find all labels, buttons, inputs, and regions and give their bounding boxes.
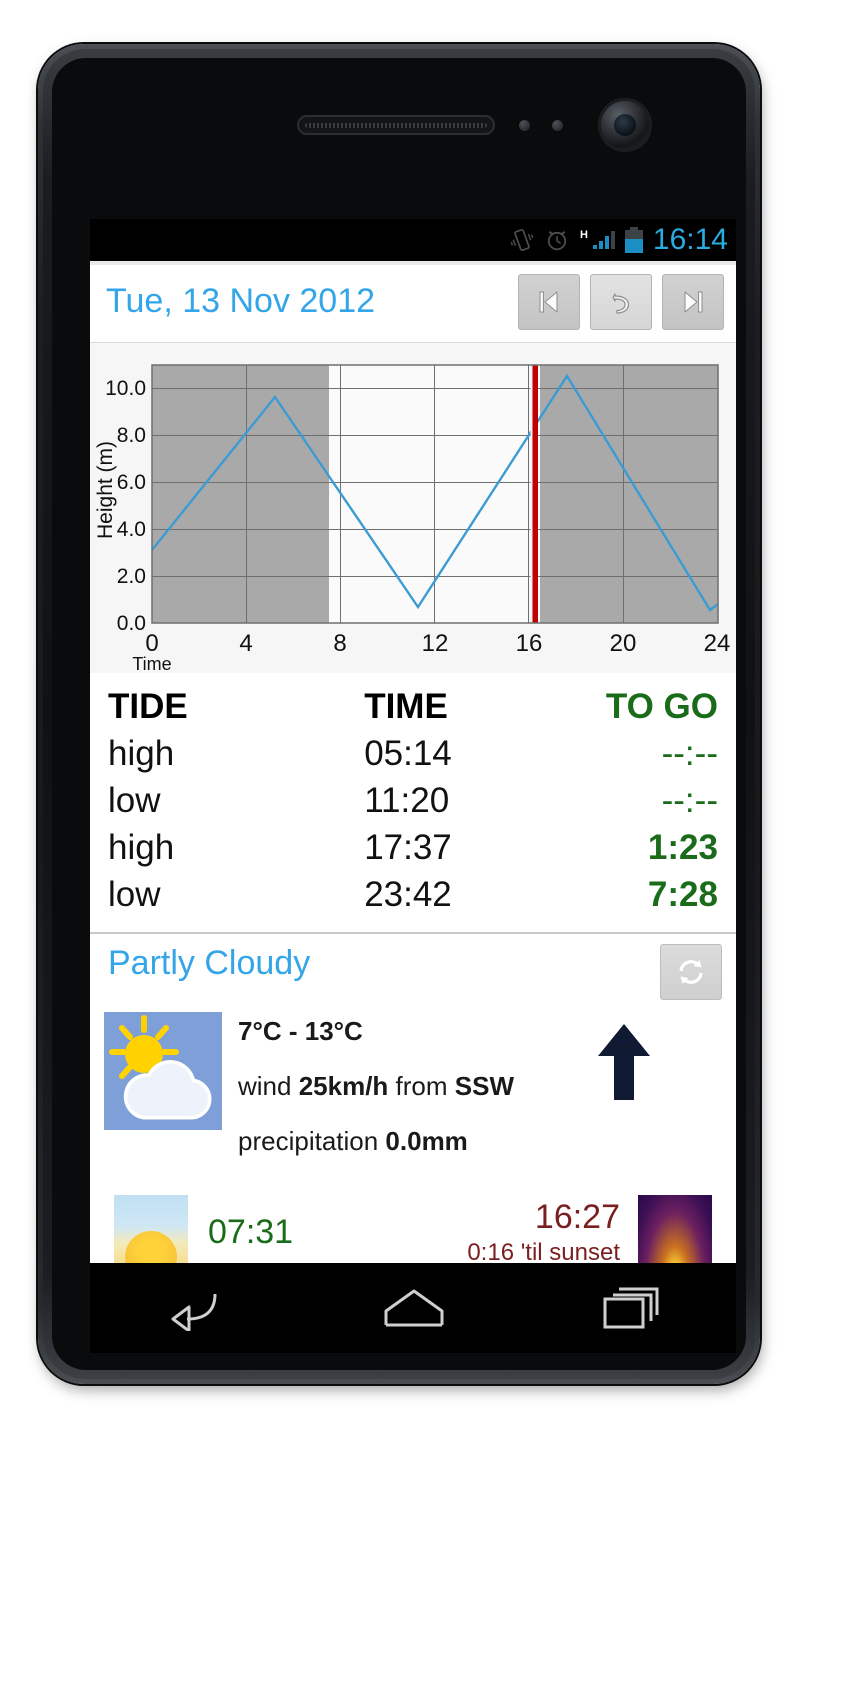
wind-mid: from	[388, 1071, 455, 1101]
svg-text:6.0: 6.0	[117, 471, 146, 494]
app-screen: H 16:14 Tue, 13 Nov 2012 10.0 8.0 6.0 4.…	[90, 219, 736, 1263]
undo-arrow-icon	[612, 292, 630, 314]
sunrise-time: 07:31	[208, 1212, 294, 1251]
y-axis-label: Height (m)	[94, 441, 117, 539]
wind-direction-arrow	[598, 1024, 650, 1100]
tide-togo: 1:23	[647, 828, 718, 867]
light-sensor	[552, 120, 563, 131]
svg-text:0: 0	[145, 630, 158, 657]
sun-times-row: 07:31 16:27 0:16 'til sunset	[104, 1181, 722, 1263]
svg-text:12: 12	[422, 630, 449, 657]
alarm-icon	[544, 227, 570, 253]
phone-glass: H 16:14 Tue, 13 Nov 2012 10.0 8.0 6.0 4.…	[52, 58, 746, 1370]
today-reset-button[interactable]	[590, 273, 652, 330]
svg-text:10.0: 10.0	[105, 377, 146, 400]
tide-togo: --:--	[661, 734, 718, 773]
svg-text:16: 16	[516, 630, 543, 657]
back-key[interactable]	[167, 1285, 227, 1331]
battery-icon	[624, 226, 644, 254]
home-icon	[384, 1289, 444, 1327]
svg-text:8: 8	[333, 630, 346, 657]
column-header-togo: TO GO	[605, 687, 718, 726]
front-camera	[598, 98, 652, 152]
table-row: low 23:42 7:28	[108, 875, 718, 922]
sunrise-icon	[114, 1195, 188, 1263]
wind-speed: 25km/h	[298, 1071, 389, 1101]
skip-next-icon	[684, 291, 703, 312]
next-day-button[interactable]	[662, 273, 724, 330]
svg-text:H: H	[580, 229, 588, 241]
svg-text:4: 4	[239, 630, 252, 657]
recent-apps-icon	[603, 1287, 659, 1329]
vibrate-icon	[509, 227, 535, 253]
wind-direction: SSW	[454, 1071, 514, 1101]
tide-type: high	[108, 828, 175, 867]
tide-time: 17:37	[364, 828, 452, 867]
tide-time: 11:20	[364, 781, 450, 820]
android-status-bar: H 16:14	[90, 219, 736, 261]
phone-device: H 16:14 Tue, 13 Nov 2012 10.0 8.0 6.0 4.…	[38, 44, 760, 1384]
table-row: low 11:20 --:--	[108, 781, 718, 828]
earpiece-speaker	[297, 115, 495, 135]
table-row: high 05:14 --:--	[108, 734, 718, 781]
tide-togo: --:--	[661, 781, 718, 820]
tide-togo: 7:28	[647, 875, 718, 914]
refresh-button[interactable]	[660, 944, 722, 1000]
column-header-tide: TIDE	[108, 687, 188, 726]
page-title: Tue, 13 Nov 2012	[106, 282, 376, 320]
svg-text:4.0: 4.0	[117, 518, 146, 541]
svg-text:24: 24	[704, 630, 731, 657]
back-arrow-icon	[171, 1293, 217, 1331]
tide-type: high	[108, 734, 175, 773]
tide-time: 23:42	[364, 875, 452, 914]
tide-type: low	[108, 781, 161, 820]
svg-text:8.0: 8.0	[117, 424, 146, 447]
column-header-time: TIME	[364, 687, 448, 726]
partly-cloudy-icon	[104, 1012, 222, 1130]
wind-prefix: wind	[238, 1071, 299, 1101]
svg-text:20: 20	[610, 630, 637, 657]
table-header-row: TIDE TIME TO GO	[108, 687, 718, 734]
proximity-sensor	[519, 120, 530, 131]
sunset-icon	[638, 1195, 712, 1263]
tide-table: TIDE TIME TO GO high 05:14 --:-- low 11:…	[90, 673, 736, 934]
tide-time: 05:14	[364, 734, 452, 773]
weather-condition: Partly Cloudy	[108, 944, 311, 982]
sunset-time: 16:27	[534, 1197, 620, 1236]
recents-key[interactable]	[601, 1285, 659, 1331]
weather-panel: Partly Cloudy 7°C - 13°C wind 25km/h fro…	[90, 934, 736, 1263]
status-bar-clock: 16:14	[652, 223, 728, 256]
svg-text:2.0: 2.0	[117, 565, 146, 588]
precipitation-info: precipitation 0.0mm	[238, 1126, 722, 1157]
android-navigation-bar	[90, 1263, 736, 1353]
precip-value: 0.0mm	[385, 1126, 468, 1156]
previous-day-button[interactable]	[518, 273, 580, 330]
tide-chart[interactable]: 0%#9ecfe8 55%#5cb2dd 100%#2d8dc4	[90, 343, 736, 673]
table-row: high 17:37 1:23	[108, 828, 718, 875]
tide-type: low	[108, 875, 161, 914]
home-key[interactable]	[382, 1285, 446, 1331]
svg-text:0.0: 0.0	[117, 612, 146, 635]
app-title-bar: Tue, 13 Nov 2012	[90, 261, 736, 343]
skip-previous-icon	[539, 291, 558, 312]
hspa-signal-icon: H	[579, 227, 615, 253]
now-marker-line	[530, 365, 538, 623]
sunset-countdown: 0:16 'til sunset	[467, 1238, 620, 1264]
precip-prefix: precipitation	[238, 1126, 386, 1156]
x-axis-label: Time	[132, 654, 171, 673]
refresh-sync-icon	[679, 960, 703, 984]
